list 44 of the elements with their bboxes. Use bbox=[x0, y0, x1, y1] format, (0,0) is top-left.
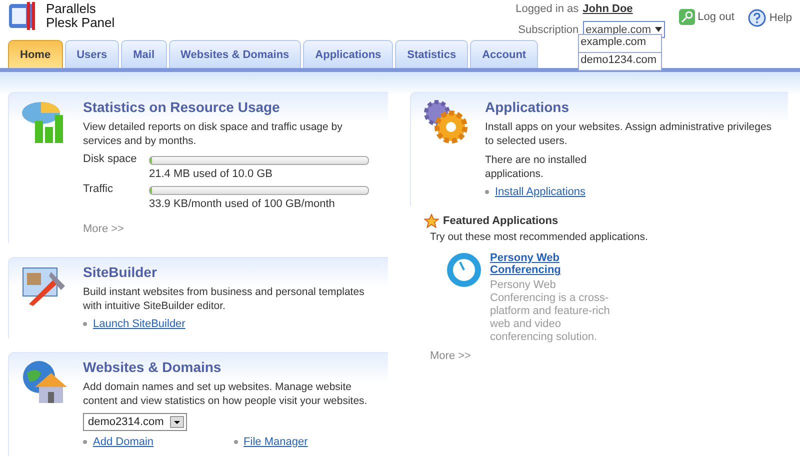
section-title: Featured Applications bbox=[443, 215, 558, 227]
usage-reading: 33.9 KB/month used of 100 GB/month bbox=[149, 198, 336, 210]
app-link[interactable]: Persony Web Conferencing bbox=[490, 252, 610, 276]
panel-description: View detailed reports on disk space and traffic usage by services and by months. bbox=[83, 120, 344, 148]
nav-tab[interactable]: Mail bbox=[121, 40, 167, 68]
panel-link[interactable]: Install Applications bbox=[495, 186, 586, 198]
globe-house-icon bbox=[21, 359, 67, 405]
login-label: Logged in as bbox=[516, 3, 579, 15]
help-link[interactable]: Help bbox=[748, 0, 792, 27]
nav-tab[interactable]: Applications bbox=[303, 40, 394, 68]
nav-tab[interactable]: Statistics bbox=[395, 40, 468, 68]
status-text: There are no installed applications. bbox=[485, 153, 588, 181]
panel-description: Install apps on your websites. Assign administrative privileges to selected users. bbox=[485, 120, 773, 148]
app-logo-icon bbox=[446, 252, 482, 288]
subscription-label: Subscription bbox=[517, 24, 579, 36]
nav-tab[interactable]: Websites & Domains bbox=[168, 40, 302, 68]
logout-link[interactable]: Log out bbox=[678, 0, 734, 25]
caret-icon bbox=[170, 416, 184, 428]
meter-label: Traffic bbox=[83, 183, 114, 195]
usage-reading: 21.4 MB used of 10.0 GB bbox=[149, 168, 274, 180]
panel-link[interactable]: Add Domain bbox=[93, 436, 154, 448]
star-icon bbox=[424, 214, 439, 228]
meter-label: Disk space bbox=[83, 153, 138, 165]
user-link[interactable]: John Doe bbox=[582, 3, 665, 15]
panel-title: Applications bbox=[485, 99, 570, 115]
nav-tab[interactable]: Users bbox=[64, 40, 120, 68]
more-link[interactable]: More >> bbox=[424, 350, 788, 362]
nav-tab[interactable]: Account bbox=[470, 40, 538, 68]
help-icon bbox=[748, 9, 766, 27]
nav-tab[interactable]: Home bbox=[8, 40, 63, 68]
panel-title: Websites & Domains bbox=[83, 359, 222, 375]
logo-icon bbox=[8, 2, 38, 30]
caret-icon bbox=[654, 27, 662, 32]
panel-link[interactable]: Launch SiteBuilder bbox=[93, 318, 186, 330]
panel-title: SiteBuilder bbox=[83, 264, 158, 280]
section-subtitle: Try out these most recommended applications. bbox=[429, 230, 649, 244]
product-name: Parallels Plesk Panel bbox=[46, 2, 115, 30]
more-link[interactable]: More >> bbox=[83, 223, 378, 235]
domain-select[interactable]: demo2314.com bbox=[83, 413, 187, 431]
panel-link[interactable]: File Manager bbox=[244, 436, 308, 448]
panel-description: Add domain names and set up websites. Manage website content and view statistics on how people visit your websites. bbox=[83, 380, 368, 408]
panel-title: Statistics on Resource Usage bbox=[83, 99, 281, 115]
panel-description: Build instant websites from business and personal templates with intuitive SiteBuilder editor. bbox=[83, 285, 366, 313]
app-description: Persony Web Conferencing is a cross-platform and feature-rich web and video conferencing solution. bbox=[490, 279, 610, 344]
